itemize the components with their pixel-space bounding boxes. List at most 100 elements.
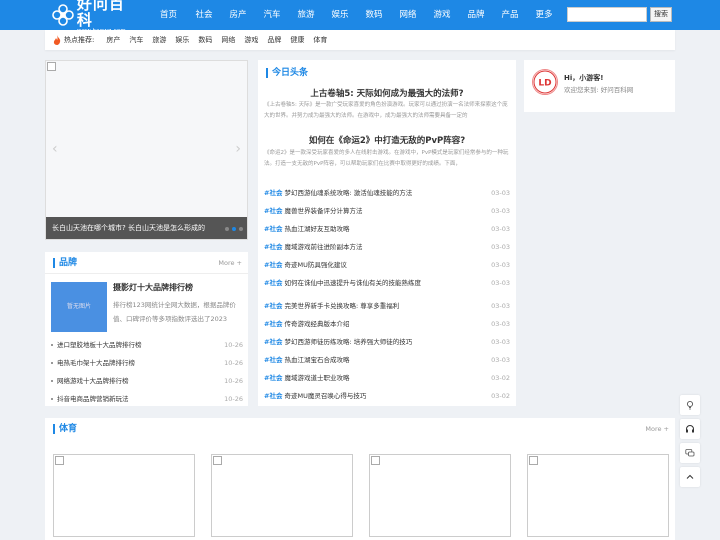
brand-feature-title[interactable]: 摄影灯十大品牌排行榜: [113, 282, 193, 293]
nav-home[interactable]: 首页: [150, 0, 187, 30]
nav-brands[interactable]: 品牌: [459, 0, 493, 30]
news-item[interactable]: #社会 魔域游戏道士职业攻略 03-02: [264, 369, 510, 387]
hot-link[interactable]: 娱乐: [175, 35, 189, 45]
chevron-up-icon: [686, 474, 694, 479]
user-greeting: Hi，小游客!: [564, 74, 604, 82]
sports-more-link[interactable]: More +: [645, 425, 669, 433]
nav-entertainment[interactable]: 娱乐: [323, 0, 357, 30]
broken-image-icon: [47, 62, 56, 71]
hot-link[interactable]: 游戏: [244, 35, 258, 45]
hot-recommend-bar: 热点推荐: 房产 汽车 旅游 娱乐 数码 网络 游戏 品牌 健康 体育: [45, 30, 675, 50]
news-item[interactable]: #社会 魔兽世界装备评分计算方法 03-03: [264, 202, 510, 220]
broken-image-icon: [529, 456, 538, 465]
broken-image-icon: [213, 456, 222, 465]
bulb-icon: [686, 400, 694, 410]
hot-link[interactable]: 旅游: [152, 35, 166, 45]
chat-icon: [685, 449, 695, 457]
main-nav: 首页 社会 房产 汽车 旅游 娱乐 数码 网络 游戏 品牌 产品 更多: [150, 0, 561, 30]
back-to-top-button[interactable]: [680, 467, 700, 487]
featured-article[interactable]: 如何在《命运2》中打造无敌的PvP阵容?: [258, 134, 516, 146]
sports-thumbnail[interactable]: [53, 454, 195, 537]
headlines-title: 今日头条: [266, 68, 308, 78]
slide-caption[interactable]: 长白山天池在哪个城市? 长白山天池是怎么形成的: [46, 217, 247, 239]
broken-image-icon: [371, 456, 380, 465]
logo-flower-icon: [52, 3, 75, 27]
site-logo[interactable]: 好问百科 www.haowq.com: [52, 0, 138, 34]
search-button[interactable]: 搜索: [650, 7, 672, 22]
brand-feature-image[interactable]: 暂无图片: [51, 282, 107, 332]
search-input[interactable]: [567, 7, 647, 22]
slider-dot[interactable]: [225, 227, 229, 231]
headset-icon: [686, 425, 694, 433]
top-bar: 好问百科 www.haowq.com 首页 社会 房产 汽车 旅游 娱乐 数码 …: [0, 0, 720, 34]
sports-thumbnail[interactable]: [211, 454, 353, 537]
nav-products[interactable]: 产品: [493, 0, 527, 30]
brand-more-link[interactable]: More +: [218, 259, 242, 267]
slider-dot[interactable]: [239, 227, 243, 231]
image-slider[interactable]: ‹ › 长白山天池在哪个城市? 长白山天池是怎么形成的: [45, 60, 248, 240]
list-item[interactable]: 进口塑胶地板十大品牌排行榜 10-26: [51, 336, 243, 354]
section-header: 品牌 More +: [45, 252, 248, 274]
section-header: 体育 More +: [45, 418, 675, 440]
side-toolbar: [680, 395, 700, 487]
slider-prev-icon[interactable]: ‹: [52, 141, 58, 157]
news-item[interactable]: #社会 热血江湖好友互助攻略 03-03: [264, 220, 510, 238]
hot-link[interactable]: 体育: [313, 35, 327, 45]
list-item[interactable]: 电热毛巾架十大品牌排行榜 10-26: [51, 354, 243, 372]
featured-desc: 《上古卷轴5: 天际》是一款广受玩家喜爱的角色扮演游戏。玩家可以通过扮演一名法师…: [264, 102, 508, 119]
logo-title: 好问百科: [76, 0, 125, 29]
news-item[interactable]: #社会 奇迹MU魔灵召唤心得与技巧 03-02: [264, 387, 510, 405]
nav-society[interactable]: 社会: [187, 0, 221, 30]
featured-title[interactable]: 上古卷轴5: 天际如何成为最强大的法师?: [258, 87, 516, 99]
broken-image-icon: [55, 456, 64, 465]
headlines-section: 今日头条 上古卷轴5: 天际如何成为最强大的法师? 《上古卷轴5: 天际》是一款…: [258, 60, 516, 406]
slider-next-icon[interactable]: ›: [235, 141, 241, 157]
support-button[interactable]: [680, 419, 700, 439]
sports-thumbnail[interactable]: [369, 454, 511, 537]
sports-section: 体育 More +: [45, 418, 675, 540]
hot-link[interactable]: 房产: [106, 35, 120, 45]
hot-label: 热点推荐:: [64, 36, 95, 44]
avatar[interactable]: LD: [532, 69, 558, 95]
featured-article[interactable]: 上古卷轴5: 天际如何成为最强大的法师?: [258, 87, 516, 99]
section-header: 今日头条: [258, 60, 516, 82]
brand-section-title: 品牌: [53, 258, 77, 268]
news-item[interactable]: #社会 奇迹MU防具强化建议 03-03: [264, 256, 510, 274]
nav-digital[interactable]: 数码: [357, 0, 391, 30]
sports-thumbnail[interactable]: [527, 454, 669, 537]
list-item[interactable]: 抖音电商品牌营销新玩法 10-26: [51, 390, 243, 408]
list-item[interactable]: 网络游戏十大品牌排行榜 10-26: [51, 372, 243, 390]
slider-dot-active[interactable]: [232, 227, 236, 231]
news-item[interactable]: #社会 完美世界新手卡兑换攻略: 尊享多重福利 03-03: [264, 297, 510, 315]
news-item[interactable]: #社会 梦幻西游师徒历练攻略: 培养强大师徒的技巧 03-03: [264, 333, 510, 351]
nav-auto[interactable]: 汽车: [255, 0, 289, 30]
brand-feature-desc: 排行榜123网统计全网大数据，根据品牌价值、口碑评价等多项指数评选出了2023: [113, 301, 236, 323]
news-item[interactable]: #社会 热血江湖宝石合成攻略 03-03: [264, 351, 510, 369]
user-card: LD Hi，小游客! 欢迎您来到: 好问百科网: [524, 60, 675, 112]
brand-list: 进口塑胶地板十大品牌排行榜 10-26 电热毛巾架十大品牌排行榜 10-26 网络游…: [51, 336, 243, 408]
hot-link[interactable]: 网络: [221, 35, 235, 45]
hot-link[interactable]: 品牌: [267, 35, 281, 45]
news-item[interactable]: #社会 梦幻西游仙魂系统攻略: 激活仙魂技能的方法 03-03: [264, 184, 510, 202]
theme-toggle-button[interactable]: [680, 395, 700, 415]
news-item[interactable]: #社会 传奇游戏经典版本介绍 03-03: [264, 315, 510, 333]
nav-realestate[interactable]: 房产: [221, 0, 255, 30]
svg-text:LD: LD: [538, 79, 551, 89]
fire-icon: [53, 35, 61, 45]
news-item[interactable]: #社会 如何在诛仙中迅速提升与诛仙有关的技能熟练度 03-03: [264, 274, 510, 292]
nav-travel[interactable]: 旅游: [289, 0, 323, 30]
chat-button[interactable]: [680, 443, 700, 463]
hot-link[interactable]: 数码: [198, 35, 212, 45]
hot-link[interactable]: 汽车: [129, 35, 143, 45]
nav-more[interactable]: 更多: [527, 0, 561, 30]
nav-games[interactable]: 游戏: [425, 0, 459, 30]
featured-title[interactable]: 如何在《命运2》中打造无敌的PvP阵容?: [258, 134, 516, 146]
hot-link[interactable]: 健康: [290, 35, 304, 45]
site-seal-icon: LD: [533, 70, 557, 94]
nav-network[interactable]: 网络: [391, 0, 425, 30]
featured-desc: 《命运2》是一款深受玩家喜爱的多人在线射击游戏。在游戏中，PvP模式是玩家们经常…: [264, 150, 509, 167]
slider-dots: [225, 227, 243, 231]
sports-section-title: 体育: [53, 424, 77, 434]
news-item[interactable]: #社会 魔域游戏前往进阶副本方法 03-03: [264, 238, 510, 256]
sports-thumbnails: [53, 454, 669, 537]
